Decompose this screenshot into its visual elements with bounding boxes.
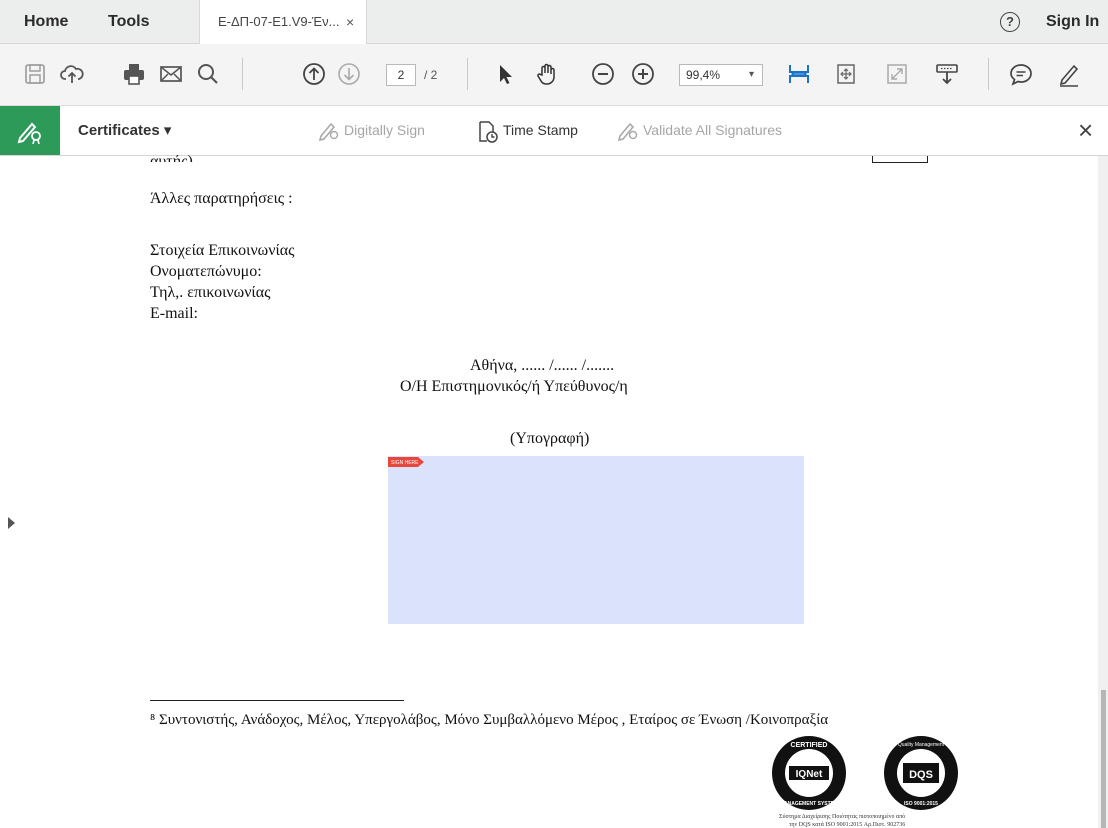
- validate-pen-icon: [617, 122, 638, 142]
- svg-text:MANAGEMENT SYSTEM: MANAGEMENT SYSTEM: [780, 801, 838, 807]
- close-tab-icon[interactable]: ×: [346, 0, 354, 44]
- sign-here-flag-icon: SIGN HERE: [388, 457, 424, 467]
- contact-heading: Στοιχεία Επικοινωνίας: [150, 242, 295, 259]
- svg-text:CERTIFIED: CERTIFIED: [791, 742, 828, 749]
- main-toolbar: 2 / 2 99,4% ▾: [0, 44, 1108, 106]
- signature-field[interactable]: [388, 456, 804, 624]
- close-toolbar-icon[interactable]: ×: [1078, 106, 1093, 155]
- date-line: Αθήνα, ...... /...... /.......: [470, 357, 615, 374]
- digitally-sign-label: Digitally Sign: [344, 122, 425, 138]
- sign-here-flag-text: SIGN HERE: [391, 460, 419, 466]
- zoom-level-value: 99,4%: [686, 68, 721, 82]
- logo-caption-line-1: Σύστημα Διαχείρισης Ποιότητας πιστοποιημ…: [779, 814, 906, 820]
- cut-off-text: αυτής): [150, 153, 193, 162]
- comment-icon[interactable]: [1008, 61, 1034, 87]
- email-icon[interactable]: [158, 61, 184, 87]
- time-stamp-label: Time Stamp: [503, 122, 578, 138]
- signature-label: (Υπογραφή): [510, 430, 590, 447]
- validate-all-label: Validate All Signatures: [643, 122, 783, 138]
- certificates-menu[interactable]: Certificates ▾: [78, 106, 171, 155]
- svg-text:IQNet: IQNet: [796, 769, 823, 780]
- cloud-upload-icon[interactable]: [59, 61, 85, 87]
- fit-page-icon[interactable]: [833, 61, 859, 87]
- digitally-sign-button[interactable]: Digitally Sign: [318, 106, 458, 155]
- toolbar-separator: [988, 58, 989, 90]
- zoom-out-icon[interactable]: [590, 61, 616, 87]
- document-tab[interactable]: Ε-ΔΠ-07-Ε1.V9-Έν... ×: [199, 0, 367, 44]
- zoom-level-select[interactable]: 99,4% ▾: [679, 64, 763, 86]
- sign-pen-icon: [318, 122, 339, 142]
- zoom-in-icon[interactable]: [630, 61, 656, 87]
- time-stamp-icon: [479, 121, 498, 143]
- svg-text:Quality Management: Quality Management: [898, 742, 945, 748]
- footnote-divider: [150, 700, 404, 701]
- home-tab[interactable]: Home: [24, 0, 68, 43]
- other-remarks-label: Άλλες παρατηρήσεις :: [150, 190, 293, 207]
- help-icon[interactable]: ?: [1000, 12, 1020, 32]
- read-mode-icon[interactable]: [934, 61, 960, 87]
- sign-in-button[interactable]: Sign In: [1046, 0, 1099, 44]
- save-icon[interactable]: [22, 61, 48, 87]
- select-tool-icon[interactable]: [492, 61, 518, 87]
- footnote-text: ⁸ Συντονιστής, Ανάδοχος, Μέλος, Υπεργολά…: [150, 712, 829, 728]
- email-label: E-mail:: [150, 305, 198, 322]
- full-name-label: Ονοματεπώνυμο:: [150, 263, 262, 280]
- svg-text:DQS: DQS: [909, 769, 933, 781]
- certificates-tool-tab[interactable]: [0, 106, 60, 155]
- print-icon[interactable]: [121, 61, 147, 87]
- responsible-person-label: Ο/Η Επιστημονικός/ή Υπεύθυνος/η: [400, 378, 628, 395]
- certificates-toolbar: Certificates ▾ Digitally Sign Time Stamp…: [0, 106, 1108, 156]
- logo-caption-line-2: την DQS κατά ISO 9001:2015 Αρ.Πιστ. 9027…: [789, 822, 906, 828]
- page-total-label: / 2: [424, 68, 438, 82]
- phone-label: Τηλ,. επικοινωνίας: [150, 284, 271, 301]
- iqnet-certified-logo: IQNet CERTIFIED MANAGEMENT SYSTEM: [772, 736, 846, 810]
- search-icon[interactable]: [195, 61, 221, 87]
- fit-width-icon[interactable]: [786, 61, 812, 87]
- hand-tool-icon[interactable]: [534, 61, 560, 87]
- highlight-pen-icon[interactable]: [1056, 61, 1082, 87]
- chevron-down-icon: ▾: [748, 69, 754, 80]
- dqs-iso-logo: DQS Quality Management ISO 9001:2015: [884, 736, 958, 810]
- time-stamp-button[interactable]: Time Stamp: [477, 106, 597, 155]
- document-tab-title: Ε-ΔΠ-07-Ε1.V9-Έν...: [218, 14, 340, 29]
- tools-tab[interactable]: Tools: [108, 0, 149, 43]
- full-screen-icon[interactable]: [884, 61, 910, 87]
- certificate-pen-icon: [17, 122, 41, 144]
- next-page-icon[interactable]: [336, 61, 362, 87]
- previous-page-icon[interactable]: [301, 61, 327, 87]
- table-cell-remnant: [872, 156, 928, 163]
- validate-all-signatures-button[interactable]: Validate All Signatures: [617, 106, 817, 155]
- certification-logos: IQNet CERTIFIED MANAGEMENT SYSTEM DQS Qu…: [765, 733, 975, 828]
- toolbar-separator: [242, 58, 243, 90]
- svg-text:ISO 9001:2015: ISO 9001:2015: [904, 801, 938, 807]
- toolbar-separator: [467, 58, 468, 90]
- tab-bar: Home Tools Ε-ΔΠ-07-Ε1.V9-Έν... × ? Sign …: [0, 0, 1108, 44]
- expand-panel-arrow-icon[interactable]: [8, 517, 15, 529]
- page-number-input[interactable]: 2: [386, 64, 416, 86]
- scrollbar-thumb[interactable]: [1101, 690, 1106, 828]
